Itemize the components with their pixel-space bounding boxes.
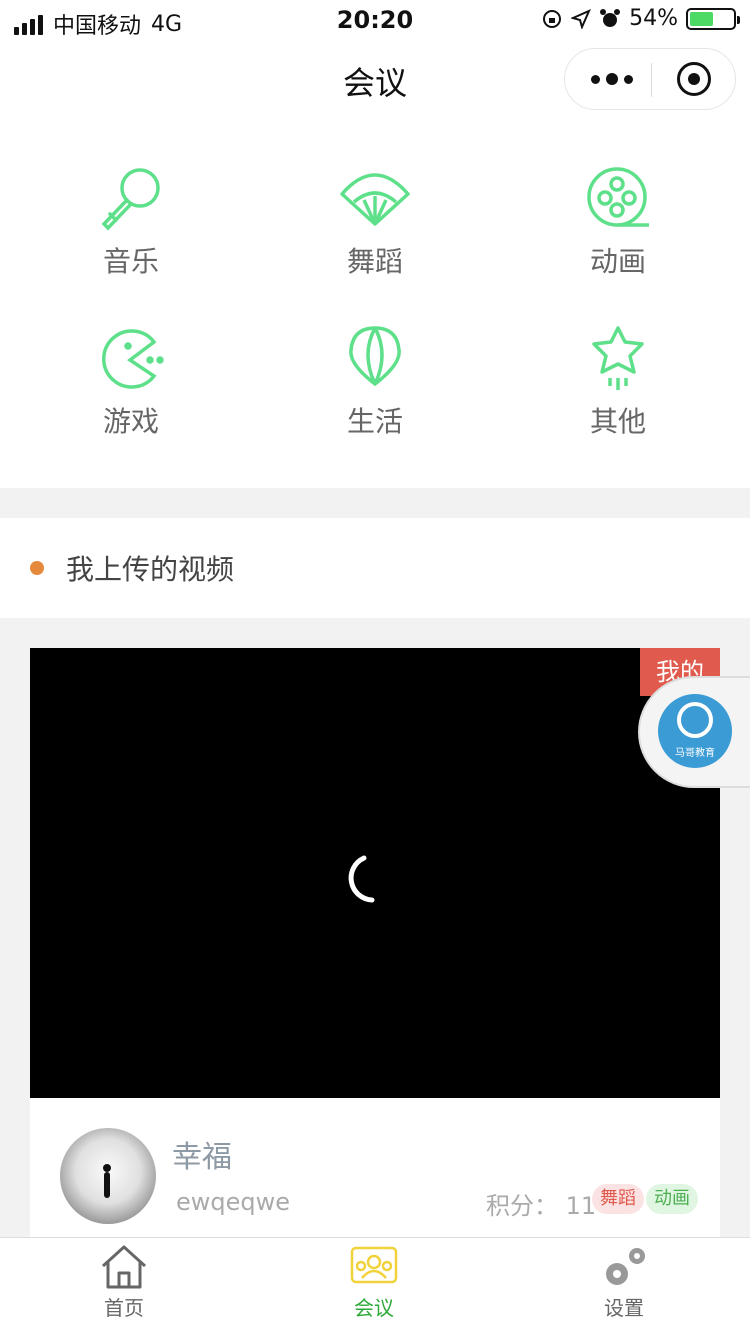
status-right: 54%: [541, 6, 740, 31]
tab-settings[interactable]: 设置: [564, 1244, 684, 1321]
avatar[interactable]: [60, 1128, 156, 1224]
mini-program-capsule: [564, 48, 736, 110]
floating-text: 马哥教育: [675, 748, 715, 759]
location-arrow-icon: [571, 8, 592, 29]
category-label: 音乐: [102, 245, 159, 278]
category-game[interactable]: 游戏: [31, 324, 231, 440]
rotation-lock-icon: [543, 9, 562, 28]
category-other[interactable]: 其他: [518, 324, 718, 440]
battery-percent: 54%: [629, 6, 678, 31]
category-label: 其他: [589, 405, 646, 438]
floating-button[interactable]: 马哥教育: [638, 676, 750, 788]
category-life[interactable]: 生活: [275, 324, 475, 440]
category-label: 动画: [589, 245, 646, 278]
microphone-icon: [101, 168, 160, 231]
tab-label: 会议: [354, 1296, 394, 1320]
category-grid: 音乐 舞蹈 动画 游戏 生活 其他: [0, 120, 750, 488]
video-player[interactable]: [30, 648, 720, 1098]
user-id: ewqeqwe: [176, 1188, 291, 1216]
tab-label: 设置: [604, 1296, 644, 1320]
category-animation[interactable]: 动画: [518, 164, 718, 280]
category-dance[interactable]: 舞蹈: [275, 164, 475, 280]
fan-icon: [340, 173, 410, 226]
capsule-divider: [651, 63, 652, 97]
tag-badge-animation: 动画: [646, 1184, 698, 1214]
film-reel-icon: [587, 167, 649, 227]
navigation-bar: 会议: [0, 40, 750, 120]
video-card[interactable]: 我的 幸福 ewqeqwe 积分： 11 舞蹈 动画: [30, 648, 720, 1248]
status-bar: 中国移动 4G 20:20 54%: [0, 0, 750, 40]
category-label: 游戏: [102, 405, 159, 438]
pacman-icon: [102, 329, 164, 389]
user-name: 幸福: [172, 1140, 232, 1175]
score: 积分： 11: [486, 1186, 596, 1221]
score-label: 积分：: [486, 1192, 558, 1220]
mage-logo-icon: 马哥教育: [658, 694, 732, 768]
star-icon: [592, 326, 644, 390]
tag-badge-dance: 舞蹈: [592, 1184, 644, 1214]
uploaded-videos-header: 我上传的视频: [0, 518, 750, 618]
category-music[interactable]: 音乐: [31, 164, 231, 280]
close-target-icon[interactable]: [677, 62, 711, 96]
tab-bar: 首页 会议 设置: [0, 1237, 750, 1334]
category-label: 舞蹈: [346, 245, 403, 278]
gear-icon: [606, 1248, 645, 1285]
category-label: 生活: [346, 405, 403, 438]
tab-meeting[interactable]: 会议: [314, 1244, 434, 1321]
bullet-dot: [30, 561, 44, 575]
video-info: 幸福 ewqeqwe 积分： 11 舞蹈 动画: [30, 1098, 720, 1248]
loading-spinner-icon: [348, 855, 375, 903]
balloon-icon: [349, 326, 401, 387]
more-menu-icon[interactable]: [591, 73, 633, 85]
battery-icon: [686, 7, 740, 30]
meeting-icon: [350, 1246, 398, 1284]
tab-label: 首页: [104, 1296, 144, 1320]
alarm-icon: [600, 8, 621, 27]
section-title: 我上传的视频: [66, 553, 235, 586]
tab-home[interactable]: 首页: [64, 1244, 184, 1321]
home-icon: [101, 1245, 147, 1289]
